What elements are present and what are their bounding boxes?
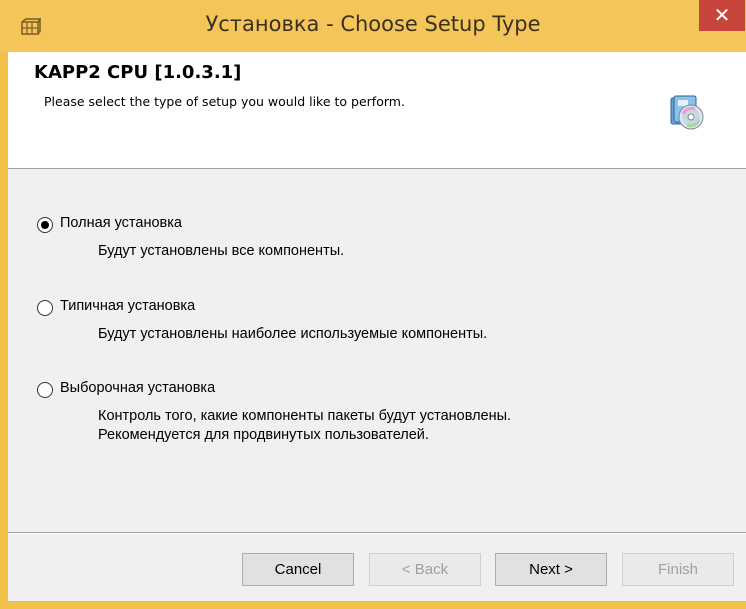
close-button[interactable]: ✕ <box>699 0 745 31</box>
option-typical-label[interactable]: Типичная установка <box>60 298 195 314</box>
dialog-body: KAPP2 CPU [1.0.3.1] Please select the ty… <box>8 52 746 601</box>
option-description-line: Будут установлены наиболее используемые … <box>98 326 488 342</box>
back-button[interactable]: < Back <box>369 553 481 586</box>
option-custom-label[interactable]: Выборочная установка <box>60 380 215 396</box>
setup-type-options: Полная установка Будут установлены все к… <box>8 169 746 589</box>
radio-custom[interactable] <box>37 382 53 398</box>
finish-button[interactable]: Finish <box>622 553 734 586</box>
radio-typical[interactable] <box>37 300 53 316</box>
window-title: Установка - Choose Setup Type <box>205 12 541 36</box>
radio-full[interactable] <box>37 217 53 233</box>
setup-disc-icon <box>670 95 704 130</box>
title-bar[interactable]: Установка - Choose Setup Type ✕ <box>0 0 746 52</box>
footer-separator <box>8 532 746 534</box>
wizard-header: KAPP2 CPU [1.0.3.1] Please select the ty… <box>8 52 746 169</box>
product-title: KAPP2 CPU [1.0.3.1] <box>34 62 242 83</box>
option-custom-description: Контроль того, какие компоненты пакеты б… <box>98 407 511 445</box>
header-subtitle: Please select the type of setup you woul… <box>44 94 405 109</box>
option-description-line: Контроль того, какие компоненты пакеты б… <box>98 408 512 424</box>
option-typical-description: Будут установлены наиболее используемые … <box>98 325 487 344</box>
option-description-line: Будут установлены все компоненты. <box>98 243 345 259</box>
option-full-description: Будут установлены все компоненты. <box>98 242 344 261</box>
next-button[interactable]: Next > <box>495 553 607 586</box>
cancel-button[interactable]: Cancel <box>242 553 354 586</box>
option-full-label[interactable]: Полная установка <box>60 215 182 231</box>
option-description-line: Рекомендуется для продвинутых пользовате… <box>98 427 429 443</box>
installer-window: Установка - Choose Setup Type ✕ KAPP2 CP… <box>0 0 746 609</box>
